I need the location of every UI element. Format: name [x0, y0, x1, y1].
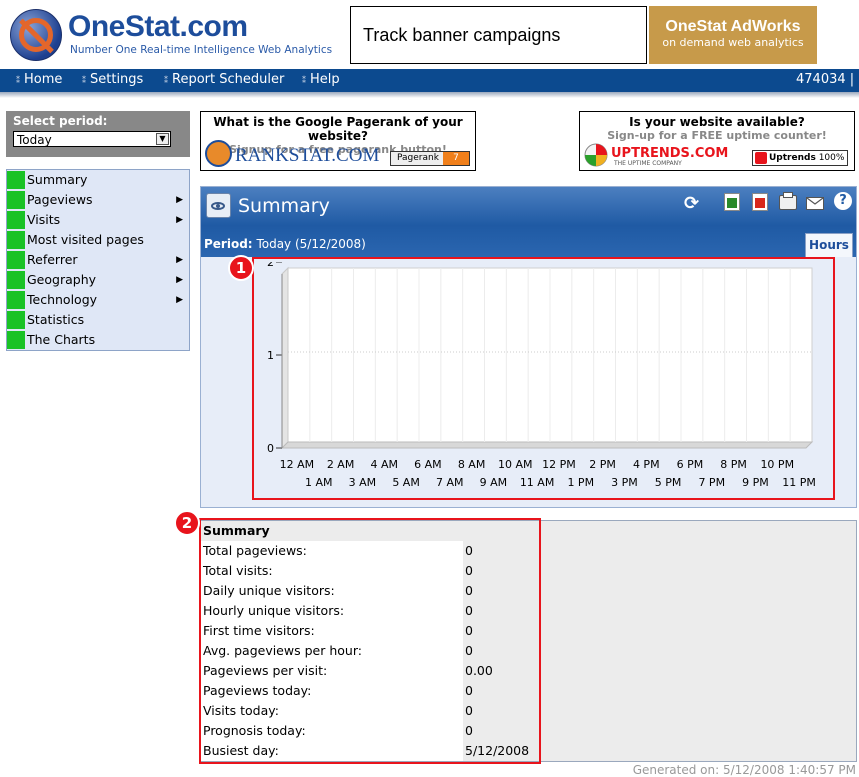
generated-timestamp: Generated on: 5/12/2008 1:40:57 PM: [632, 763, 856, 777]
period-dropdown[interactable]: Today ▼: [13, 131, 171, 147]
adworks-title: OneStat AdWorks: [665, 18, 801, 35]
chevron-right-icon: ▶: [176, 295, 183, 305]
menu-bullet-icon: [7, 171, 25, 189]
menu-item-pageviews[interactable]: Pageviews ▶: [7, 190, 189, 210]
chevron-right-icon: ▶: [176, 215, 183, 225]
rankstat-headline: What is the Google Pagerank of your webs…: [213, 115, 463, 143]
menu-bullet-icon: [7, 311, 25, 329]
brand-name[interactable]: OneStat.com: [68, 10, 248, 44]
menu-item-referrer[interactable]: Referrer ▶: [7, 250, 189, 270]
period-display: Period: Today (5/12/2008): [204, 237, 366, 251]
pdf-export-icon[interactable]: [752, 193, 768, 211]
summary-eye-icon: [206, 193, 231, 218]
print-icon[interactable]: [779, 192, 797, 210]
uptrends-logo-icon: [584, 143, 608, 167]
excel-export-icon[interactable]: [724, 193, 740, 211]
help-icon[interactable]: ?: [834, 192, 852, 210]
callout-badge-1: 1: [228, 255, 254, 281]
chevron-down-icon[interactable]: ▼: [156, 133, 169, 145]
rankstat-ad[interactable]: What is the Google Pagerank of your webs…: [200, 111, 476, 171]
menu-bullet-icon: [7, 191, 25, 209]
menu-item-the-charts[interactable]: The Charts: [7, 330, 189, 350]
uptrends-clock-icon: [755, 151, 767, 164]
nav-help[interactable]: ⁑ Help: [302, 72, 340, 87]
period-label: Select period:: [13, 114, 108, 128]
menu-bullet-icon: [7, 331, 25, 349]
period-selector: Select period: Today ▼: [6, 111, 190, 157]
brand-tagline: Number One Real-time Intelligence Web An…: [70, 44, 333, 56]
adworks-subtitle: on demand web analytics: [662, 36, 804, 49]
stats-highlight-box: [199, 518, 541, 764]
rankstat-logo-text: RANKSTAT.COM: [235, 145, 380, 166]
email-icon[interactable]: [806, 197, 824, 210]
menu-item-visits[interactable]: Visits ▶: [7, 210, 189, 230]
nav-home[interactable]: ⁑ Home: [16, 72, 62, 87]
uptrends-headline: Is your website available?: [629, 115, 805, 129]
tab-hours[interactable]: Hours: [805, 233, 853, 257]
uptrends-ad[interactable]: Is your website available? Sign-up for a…: [579, 111, 855, 171]
report-menu: Summary Pageviews ▶ Visits ▶ Most visited …: [6, 169, 190, 351]
menu-bullet-icon: [7, 231, 25, 249]
track-banner-text: Track banner campaigns: [363, 24, 561, 45]
track-banner-ad[interactable]: Track banner campaigns: [350, 6, 647, 64]
period-display-value: Today (5/12/2008): [256, 237, 366, 251]
refresh-icon[interactable]: ⟳: [684, 193, 699, 214]
chevron-right-icon: ▶: [176, 195, 183, 205]
nav-report-scheduler[interactable]: ⁑ Report Scheduler: [164, 72, 284, 87]
uptrends-logo-subtext: THE UPTIME COMPANY: [614, 160, 682, 167]
menu-bullet-icon: [7, 291, 25, 309]
account-id: 474034 |: [796, 72, 855, 87]
menu-item-statistics[interactable]: Statistics: [7, 310, 189, 330]
onestat-logo-icon[interactable]: [10, 9, 62, 61]
top-nav: ⁑ Home ⁑ Settings ⁑ Report Scheduler ⁑ Help …: [0, 69, 859, 92]
period-dropdown-value: Today: [17, 133, 52, 147]
chevron-right-icon: ▶: [176, 275, 183, 285]
uptrends-logo-text: UPTRENDS.COM: [611, 146, 729, 161]
period-display-label: Period:: [204, 237, 253, 251]
menu-item-technology[interactable]: Technology ▶: [7, 290, 189, 310]
menu-bullet-icon: [7, 271, 25, 289]
pagerank-button[interactable]: Pagerank 7: [390, 151, 470, 166]
menu-item-most-visited-pages[interactable]: Most visited pages: [7, 230, 189, 250]
rankstat-logo-icon: [205, 140, 232, 167]
menu-item-summary[interactable]: Summary: [7, 170, 189, 190]
uptrends-button[interactable]: Uptrends 100%: [752, 150, 848, 166]
nav-shadow: [0, 92, 859, 98]
nav-settings[interactable]: ⁑ Settings: [82, 72, 143, 87]
callout-badge-2: 2: [174, 510, 200, 536]
menu-bullet-icon: [7, 251, 25, 269]
menu-bullet-icon: [7, 211, 25, 229]
chart-highlight-box: [252, 257, 835, 500]
adworks-banner-ad[interactable]: OneStat AdWorks on demand web analytics: [649, 6, 817, 64]
menu-item-geography[interactable]: Geography ▶: [7, 270, 189, 290]
chevron-right-icon: ▶: [176, 255, 183, 265]
uptrends-subtext: Sign-up for a FREE uptime counter!: [607, 129, 827, 142]
summary-title: Summary: [238, 195, 330, 217]
